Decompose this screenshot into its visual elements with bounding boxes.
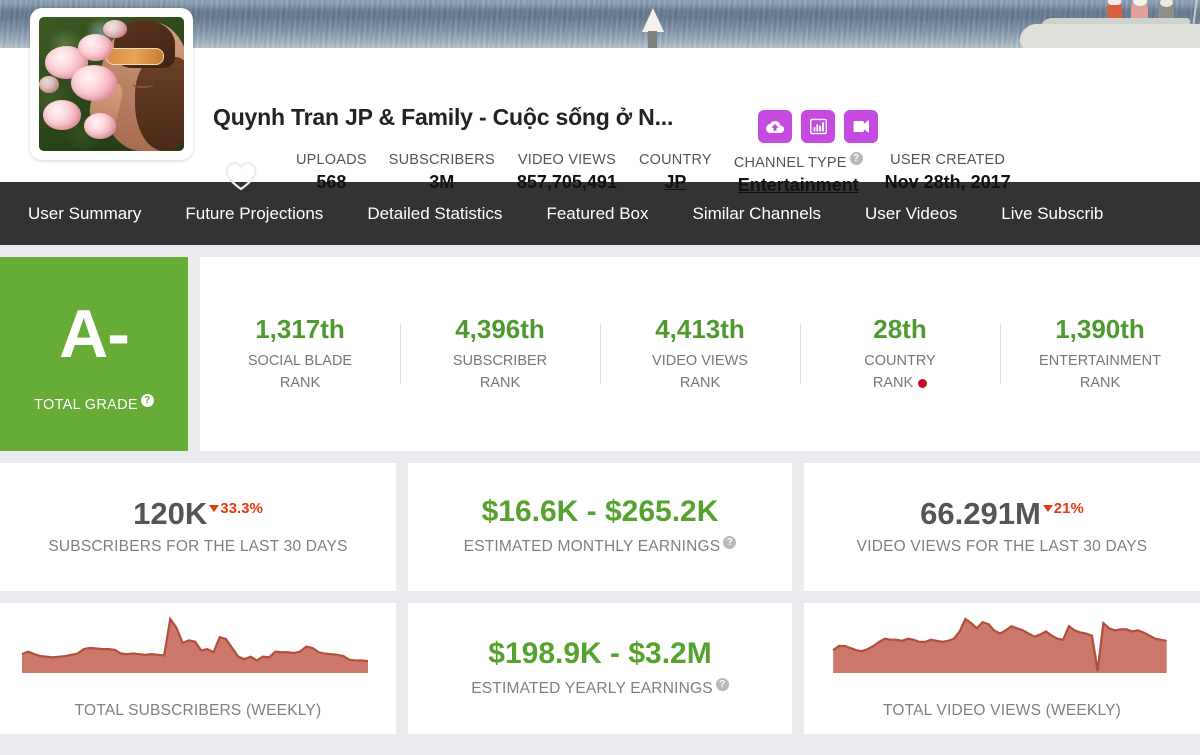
rank-label: SOCIAL BLADE RANK bbox=[247, 352, 353, 391]
metrics-row-weekly: TOTAL SUBSCRIBERS (WEEKLY) $198.9K - $3.… bbox=[0, 603, 1200, 734]
country-flag-dot-icon bbox=[918, 378, 928, 388]
card-value: 66.291M 21% bbox=[920, 496, 1084, 531]
card-label: TOTAL VIDEO VIEWS (WEEKLY) bbox=[882, 702, 1122, 719]
card-monthly-earnings: $16.6K - $265.2K ESTIMATED MONTHLY EARNI… bbox=[408, 463, 792, 591]
stat-uploads: UPLOADS 568 bbox=[285, 152, 378, 193]
cloud-upload-icon bbox=[766, 120, 784, 133]
avatar-image bbox=[39, 17, 184, 151]
nav-item-user-summary[interactable]: User Summary bbox=[6, 204, 163, 224]
nav-item-similar-channels[interactable]: Similar Channels bbox=[671, 204, 844, 224]
delta-badge: 21% bbox=[1042, 500, 1084, 517]
grade-letter: A- bbox=[59, 295, 130, 372]
main-content: A- TOTAL GRADE? 1,317th SOCIAL BLADE RANK… bbox=[0, 245, 1200, 734]
nav-item-detailed-statistics[interactable]: Detailed Statistics bbox=[345, 204, 524, 224]
card-label: ESTIMATED YEARLY EARNINGS? bbox=[471, 677, 729, 698]
metrics-row-30day: 120K 33.3% SUBSCRIBERS FOR THE LAST 30 DA… bbox=[0, 463, 1200, 591]
rank-video-views: 4,413th VIDEO VIEWS RANK bbox=[600, 308, 800, 401]
stat-label: CHANNEL TYPE? bbox=[734, 152, 863, 171]
stats-icon-button[interactable] bbox=[801, 110, 835, 143]
stat-value: 568 bbox=[316, 172, 347, 192]
help-icon[interactable]: ? bbox=[723, 536, 737, 550]
triangle-down-icon bbox=[209, 505, 220, 513]
stat-country: COUNTRY JP bbox=[628, 152, 723, 193]
card-total-subscribers-weekly: TOTAL SUBSCRIBERS (WEEKLY) bbox=[0, 603, 396, 734]
video-views-sparkline-chart bbox=[832, 617, 1167, 673]
stat-subscribers: SUBSCRIBERS 3M bbox=[378, 152, 506, 193]
stat-label: COUNTRY bbox=[638, 152, 712, 168]
heart-icon[interactable] bbox=[224, 160, 258, 192]
help-icon[interactable]: ? bbox=[849, 152, 863, 165]
rank-value: 1,390th bbox=[1055, 313, 1145, 344]
stat-label: SUBSCRIBERS bbox=[388, 152, 495, 168]
avatar[interactable] bbox=[30, 8, 193, 160]
summary-row: A- TOTAL GRADE? 1,317th SOCIAL BLADE RANK… bbox=[0, 257, 1200, 451]
rank-value: 4,413th bbox=[655, 313, 745, 344]
nav-item-future-projections[interactable]: Future Projections bbox=[163, 204, 345, 224]
stat-channel-type: CHANNEL TYPE? Entertainment bbox=[723, 152, 874, 196]
card-label: VIDEO VIEWS FOR THE LAST 30 DAYS bbox=[856, 538, 1148, 555]
rank-subscriber: 4,396th SUBSCRIBER RANK bbox=[400, 308, 600, 401]
card-subscribers-30-days: 120K 33.3% SUBSCRIBERS FOR THE LAST 30 DA… bbox=[0, 463, 396, 591]
rank-country: 28th COUNTRY RANK bbox=[800, 308, 1000, 401]
rank-value: 1,317th bbox=[255, 313, 345, 344]
nav-item-live-subscriber[interactable]: Live Subscrib bbox=[979, 204, 1125, 224]
profile-header: Quynh Tran JP & Family - Cuộc sống ở N..… bbox=[0, 8, 1200, 195]
stat-label: VIDEO VIEWS bbox=[517, 152, 616, 168]
channel-title: Quynh Tran JP & Family - Cuộc sống ở N..… bbox=[213, 104, 674, 130]
channel-action-buttons bbox=[758, 110, 878, 143]
nav-item-user-videos[interactable]: User Videos bbox=[843, 204, 979, 224]
upload-icon-button[interactable] bbox=[758, 110, 792, 143]
nav-item-featured-box[interactable]: Featured Box bbox=[524, 204, 670, 224]
ranks-panel: 1,317th SOCIAL BLADE RANK 4,396th SUBSCRI… bbox=[200, 257, 1200, 451]
card-value: $198.9K - $3.2M bbox=[488, 636, 712, 670]
help-icon[interactable]: ? bbox=[140, 393, 154, 407]
card-video-views-30-days: 66.291M 21% VIDEO VIEWS FOR THE LAST 30 D… bbox=[804, 463, 1200, 591]
card-value: $16.6K - $265.2K bbox=[481, 495, 719, 529]
rank-label: ENTERTAINMENT RANK bbox=[1039, 352, 1161, 391]
video-icon-button[interactable] bbox=[844, 110, 878, 143]
help-icon[interactable]: ? bbox=[715, 677, 729, 691]
rank-label: COUNTRY RANK bbox=[864, 352, 936, 391]
card-label: ESTIMATED MONTHLY EARNINGS? bbox=[464, 536, 737, 556]
card-label: TOTAL SUBSCRIBERS (WEEKLY) bbox=[74, 702, 322, 719]
stat-video-views: VIDEO VIEWS 857,705,491 bbox=[506, 152, 628, 193]
stat-value: 3M bbox=[429, 172, 455, 192]
card-yearly-earnings: $198.9K - $3.2M ESTIMATED YEARLY EARNING… bbox=[408, 603, 792, 734]
banner-boat bbox=[980, 0, 1200, 48]
total-grade-box: A- TOTAL GRADE? bbox=[0, 257, 188, 451]
rank-entertainment: 1,390th ENTERTAINMENT RANK bbox=[1000, 308, 1200, 401]
card-total-video-views-weekly: TOTAL VIDEO VIEWS (WEEKLY) bbox=[804, 603, 1200, 734]
subscribers-sparkline-chart bbox=[21, 616, 369, 673]
triangle-down-icon bbox=[1042, 505, 1053, 513]
rank-label: VIDEO VIEWS RANK bbox=[652, 352, 748, 391]
card-label: SUBSCRIBERS FOR THE LAST 30 DAYS bbox=[48, 538, 348, 555]
channel-stats-row: UPLOADS 568 SUBSCRIBERS 3M VIDEO VIEWS 8… bbox=[285, 152, 1022, 196]
rank-social-blade: 1,317th SOCIAL BLADE RANK bbox=[200, 308, 400, 401]
stat-value: 857,705,491 bbox=[516, 172, 617, 192]
rank-label: SUBSCRIBER RANK bbox=[452, 352, 548, 391]
delta-badge: 33.3% bbox=[209, 500, 263, 517]
stat-user-created: USER CREATED Nov 28th, 2017 bbox=[874, 152, 1022, 193]
video-camera-icon bbox=[853, 120, 869, 133]
rank-value: 28th bbox=[873, 313, 927, 344]
grade-label: TOTAL GRADE? bbox=[34, 393, 154, 412]
heart-icon-glyph bbox=[225, 161, 257, 191]
banner-buoy bbox=[640, 8, 666, 48]
stat-value: Nov 28th, 2017 bbox=[884, 172, 1011, 192]
stat-value-link[interactable]: JP bbox=[639, 172, 712, 193]
stat-label: UPLOADS bbox=[296, 152, 367, 168]
stat-label: USER CREATED bbox=[890, 152, 1006, 168]
stat-value-link[interactable]: Entertainment bbox=[734, 175, 863, 196]
card-value: 120K 33.3% bbox=[133, 496, 263, 531]
bar-chart-icon bbox=[809, 118, 827, 135]
rank-value: 4,396th bbox=[455, 313, 545, 344]
